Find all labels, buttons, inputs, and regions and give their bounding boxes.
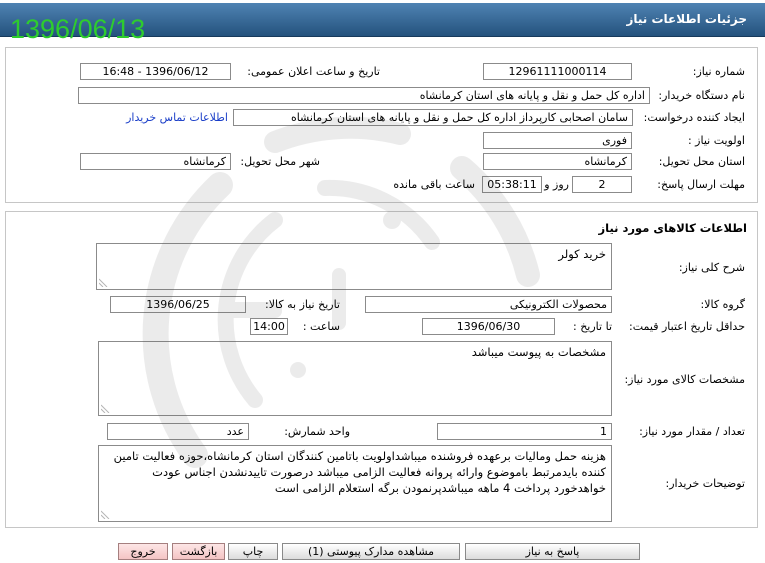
- price-validity-label: حداقل تاریخ اعتبار قیمت:: [629, 320, 745, 333]
- buyer-contact-link[interactable]: اطلاعات تماس خریدار: [126, 109, 228, 126]
- deadline-time-field: 05:38:11: [482, 176, 542, 193]
- deadline-days-field: 2: [572, 176, 632, 193]
- specs-text: مشخصات به پیوست میباشد: [471, 345, 606, 359]
- need-date-field: 1396/06/25: [110, 296, 246, 313]
- unit-field: عدد: [107, 423, 249, 440]
- deadline-days-suffix: روز و: [544, 178, 569, 191]
- need-number-label: شماره نیاز:: [692, 65, 745, 78]
- resize-grip-icon[interactable]: [101, 404, 110, 413]
- unit-label: واحد شمارش:: [284, 425, 350, 438]
- exit-button[interactable]: خروج: [118, 543, 168, 560]
- buyer-notes-textarea[interactable]: هزینه حمل ومالیات برعهده فروشنده میباشدا…: [98, 445, 612, 522]
- to-date-label: تا تاریخ :: [573, 320, 612, 333]
- goods-group-field: محصولات الکترونیکی: [365, 296, 612, 313]
- need-date-label: تاریخ نیاز به کالا:: [265, 298, 340, 311]
- delivery-city-field: کرمانشاه: [80, 153, 231, 170]
- specs-textarea[interactable]: مشخصات به پیوست میباشد: [98, 341, 612, 416]
- priority-field: فوری: [483, 132, 632, 149]
- delivery-province-field: کرمانشاه: [483, 153, 632, 170]
- buyer-notes-text: هزینه حمل ومالیات برعهده فروشنده میباشدا…: [113, 449, 606, 495]
- requester-field: سامان اصحابی کارپرداز اداره کل حمل و نقل…: [233, 109, 633, 126]
- goods-group-label: گروه کالا:: [700, 298, 745, 311]
- quantity-field: 1: [437, 423, 612, 440]
- hour-field: 14:00: [250, 318, 288, 335]
- description-text: خرید کولر: [558, 247, 606, 261]
- print-button[interactable]: چاپ: [228, 543, 278, 560]
- view-attachments-button[interactable]: مشاهده مدارک پیوستی (1): [282, 543, 460, 560]
- overlay-date-stamp: 1396/06/13: [10, 14, 146, 44]
- delivery-province-label: استان محل تحویل:: [658, 155, 745, 168]
- to-date-field: 1396/06/30: [422, 318, 555, 335]
- need-number-field: 12961111000114: [483, 63, 632, 80]
- priority-label: اولویت نیاز :: [687, 134, 745, 147]
- buyer-org-label: نام دستگاه خریدار:: [658, 89, 745, 102]
- resize-grip-icon[interactable]: [101, 510, 110, 519]
- description-label: شرح کلی نیاز:: [678, 261, 745, 274]
- announce-datetime-field: 1396/06/12 - 16:48: [80, 63, 231, 80]
- specs-label: مشخصات کالای مورد نیاز:: [624, 373, 745, 386]
- requester-label: ایجاد کننده درخواست:: [643, 111, 745, 124]
- resize-grip-icon[interactable]: [99, 278, 108, 287]
- buyer-org-field: اداره کل حمل و نقل و پایانه های استان کر…: [78, 87, 650, 104]
- reply-to-need-button[interactable]: پاسخ به نیاز: [465, 543, 640, 560]
- buyer-notes-label: توضیحات خریدار:: [665, 477, 746, 490]
- back-button[interactable]: بازگشت: [172, 543, 225, 560]
- deadline-label: مهلت ارسال پاسخ:: [657, 178, 745, 191]
- description-textarea[interactable]: خرید کولر: [96, 243, 612, 290]
- delivery-city-label: شهر محل تحویل:: [240, 155, 320, 168]
- announce-datetime-label: تاریخ و ساعت اعلان عمومی:: [247, 65, 380, 78]
- quantity-label: تعداد / مقدار مورد نیاز:: [639, 425, 745, 438]
- hour-label: ساعت :: [302, 320, 340, 333]
- page-title: جزئیات اطلاعات نیاز: [626, 12, 747, 26]
- deadline-time-suffix: ساعت باقی مانده: [393, 178, 475, 191]
- goods-info-title: اطلاعات کالاهای مورد نیاز: [598, 221, 747, 235]
